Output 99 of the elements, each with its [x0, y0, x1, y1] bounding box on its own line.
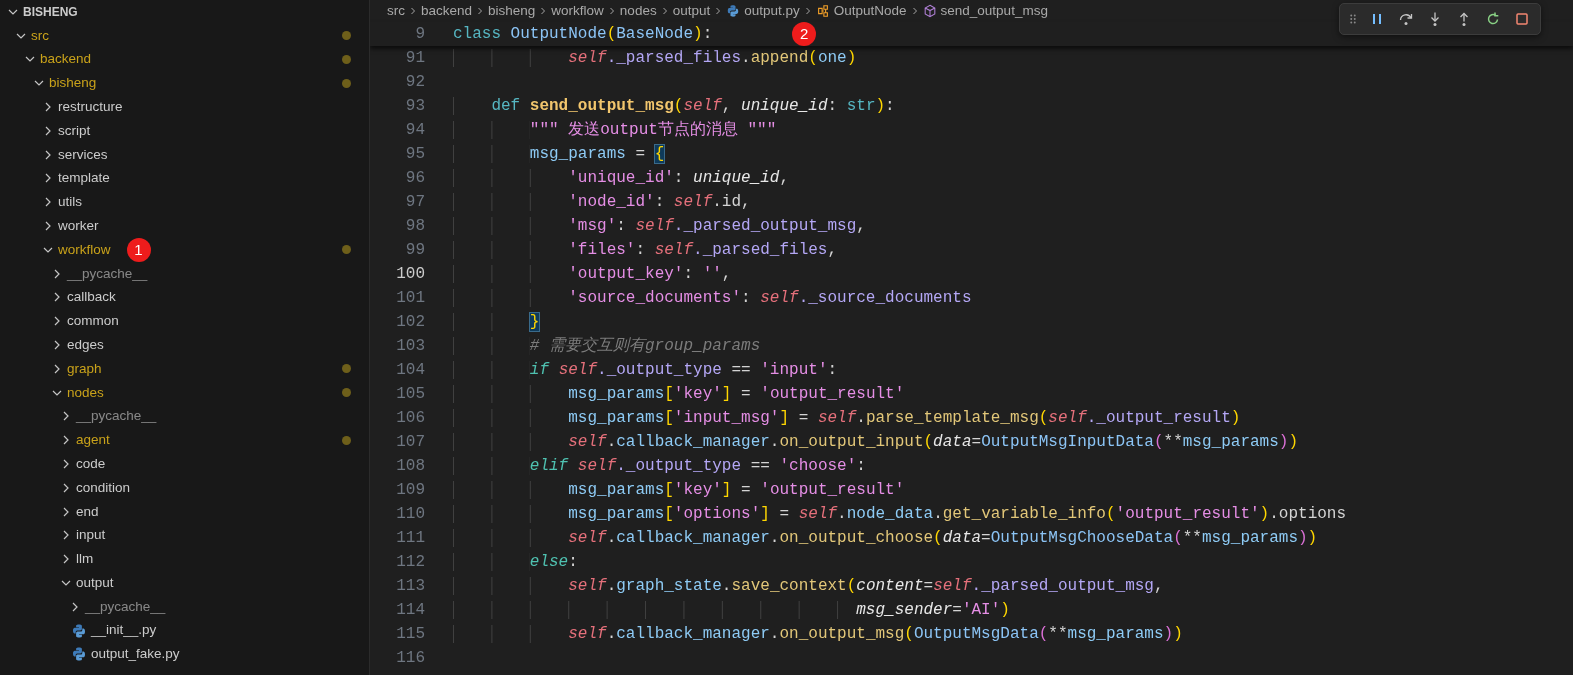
- line-number: 100: [395, 264, 425, 285]
- code-line: msg_params['key'] = 'output_result': [453, 478, 905, 502]
- stop-icon: [1514, 11, 1530, 27]
- folder-item[interactable]: utils: [0, 190, 369, 215]
- line-number: 106: [395, 408, 425, 429]
- breadcrumb-item[interactable]: OutputNode: [815, 0, 907, 22]
- code-line: msg_params['options'] = self.node_data.get_variable_info('output_result').options: [453, 502, 1347, 526]
- folder-item[interactable]: graph: [0, 356, 369, 381]
- folder-item[interactable]: __pycache__: [0, 404, 369, 429]
- breadcrumb-item[interactable]: output: [672, 0, 711, 22]
- line-number: 109: [395, 480, 425, 501]
- line-number: 110: [395, 504, 425, 525]
- line-number: 93: [404, 96, 425, 117]
- breadcrumb-item[interactable]: send_output_msg: [922, 0, 1048, 22]
- python-file-icon: [726, 4, 741, 18]
- code-line: 'files': self._parsed_files,: [453, 238, 838, 262]
- line-number: 91: [404, 48, 425, 69]
- folder-item[interactable]: edges: [0, 333, 369, 357]
- line-number: 94: [404, 120, 425, 141]
- folder-item[interactable]: services: [0, 142, 369, 167]
- line-number: 97: [404, 192, 425, 213]
- line-number: 105: [395, 384, 425, 405]
- code-line: self.callback_manager.on_output_choose(data=OutputMsgChooseData(**msg_params)): [453, 526, 1318, 550]
- breadcrumb-item[interactable]: backend: [421, 0, 473, 22]
- folder-item[interactable]: __pycache__: [0, 594, 369, 619]
- code-line: def send_output_msg(self, unique_id: str):: [453, 94, 895, 118]
- folder-item[interactable]: agent: [0, 428, 369, 453]
- line-number: 103: [395, 336, 425, 357]
- folder-item[interactable]: llm: [0, 547, 369, 572]
- line-number: 115: [395, 624, 425, 645]
- line-number: 107: [395, 432, 425, 453]
- sticky-code-line: class OutputNode(BaseNode):: [453, 24, 713, 45]
- step-over-icon: [1398, 11, 1414, 27]
- breadcrumb-item[interactable]: workflow: [551, 0, 604, 22]
- code-line: msg_params = {: [453, 142, 665, 166]
- code-line: 'msg': self._parsed_output_msg,: [453, 214, 866, 238]
- code-line: msg_sender='AI'): [453, 598, 1010, 622]
- file-item[interactable]: __init__.py: [0, 618, 369, 643]
- folder-item[interactable]: input: [0, 523, 369, 548]
- cube-icon: [922, 4, 937, 18]
- line-number: 104: [395, 360, 425, 381]
- file-item[interactable]: output_fake.py: [0, 642, 369, 667]
- line-number: 96: [404, 168, 425, 189]
- line-number: 116: [395, 648, 425, 669]
- folder-item[interactable]: src: [0, 23, 369, 48]
- folder-item[interactable]: __pycache__: [0, 261, 369, 286]
- line-number: 101: [395, 288, 425, 309]
- line-number: 114: [395, 600, 425, 621]
- line-number: 95: [404, 144, 425, 165]
- line-number: 102: [395, 312, 425, 333]
- restart-icon: [1485, 11, 1501, 27]
- code-line: # 需要交互则有group_params: [453, 334, 761, 358]
- folder-item[interactable]: condition: [0, 475, 369, 500]
- python-file-icon: [71, 622, 87, 639]
- code-line: else:: [453, 550, 578, 574]
- code-line: self.callback_manager.on_output_msg(OutputMsgData(**msg_params)): [453, 622, 1183, 646]
- line-number: 108: [395, 456, 425, 477]
- line-number: 92: [404, 72, 425, 93]
- code-line: """ 发送output节点的消息 """: [453, 118, 777, 142]
- breadcrumb-item[interactable]: src: [387, 0, 405, 22]
- code-line: 'node_id': self.id,: [453, 190, 751, 214]
- code-line: self.callback_manager.on_output_input(data=OutputMsgInputData(**msg_params)): [453, 430, 1298, 454]
- breadcrumb-item[interactable]: bisheng: [488, 0, 536, 22]
- folder-item[interactable]: template: [0, 166, 369, 191]
- folder-item[interactable]: callback: [0, 285, 369, 310]
- code-line: 'output_key': '',: [453, 262, 732, 286]
- folder-item[interactable]: backend: [0, 47, 369, 72]
- code-line: self._parsed_files.append(one): [453, 46, 857, 70]
- code-line: }: [453, 310, 540, 334]
- code-line: if self._output_type == 'input':: [453, 358, 838, 382]
- folder-item[interactable]: script: [0, 119, 369, 143]
- line-number: 111: [395, 528, 425, 549]
- code-line: 'unique_id': unique_id,: [453, 166, 790, 190]
- breadcrumb-item[interactable]: output.py: [726, 0, 800, 22]
- code-line: msg_params['input_msg'] = self.parse_template_msg(self._output_result): [453, 406, 1241, 430]
- breadcrumb-item[interactable]: nodes: [619, 0, 657, 22]
- folder-item[interactable]: end: [0, 499, 369, 524]
- code-line: msg_params['key'] = 'output_result': [453, 382, 905, 406]
- folder-item[interactable]: common: [0, 309, 369, 334]
- folder-item[interactable]: worker: [0, 214, 369, 238]
- folder-item[interactable]: workflow 1: [0, 237, 369, 262]
- code-line: 'source_documents': self._source_documents: [453, 286, 972, 310]
- number-badge: 2: [792, 22, 817, 46]
- line-number: 112: [395, 552, 425, 573]
- line-number: 99: [404, 240, 425, 261]
- folder-item[interactable]: code: [0, 452, 369, 476]
- number-badge: 1: [126, 237, 151, 262]
- code-line: elif self._output_type == 'choose':: [453, 454, 866, 478]
- folder-item[interactable]: restructure: [0, 95, 369, 119]
- line-number: 98: [404, 216, 425, 237]
- code-line: self.graph_state.save_context(content=self._parsed_output_msg,: [453, 574, 1164, 598]
- explorer-section-header[interactable]: BISHENG: [0, 0, 369, 24]
- folder-item[interactable]: output: [0, 571, 369, 595]
- line-number: 113: [395, 576, 425, 597]
- folder-item[interactable]: nodes: [0, 380, 369, 405]
- line-number: 9: [414, 24, 425, 45]
- python-file-icon: [71, 646, 87, 663]
- folder-item[interactable]: bisheng: [0, 71, 369, 96]
- class-icon: [815, 4, 830, 18]
